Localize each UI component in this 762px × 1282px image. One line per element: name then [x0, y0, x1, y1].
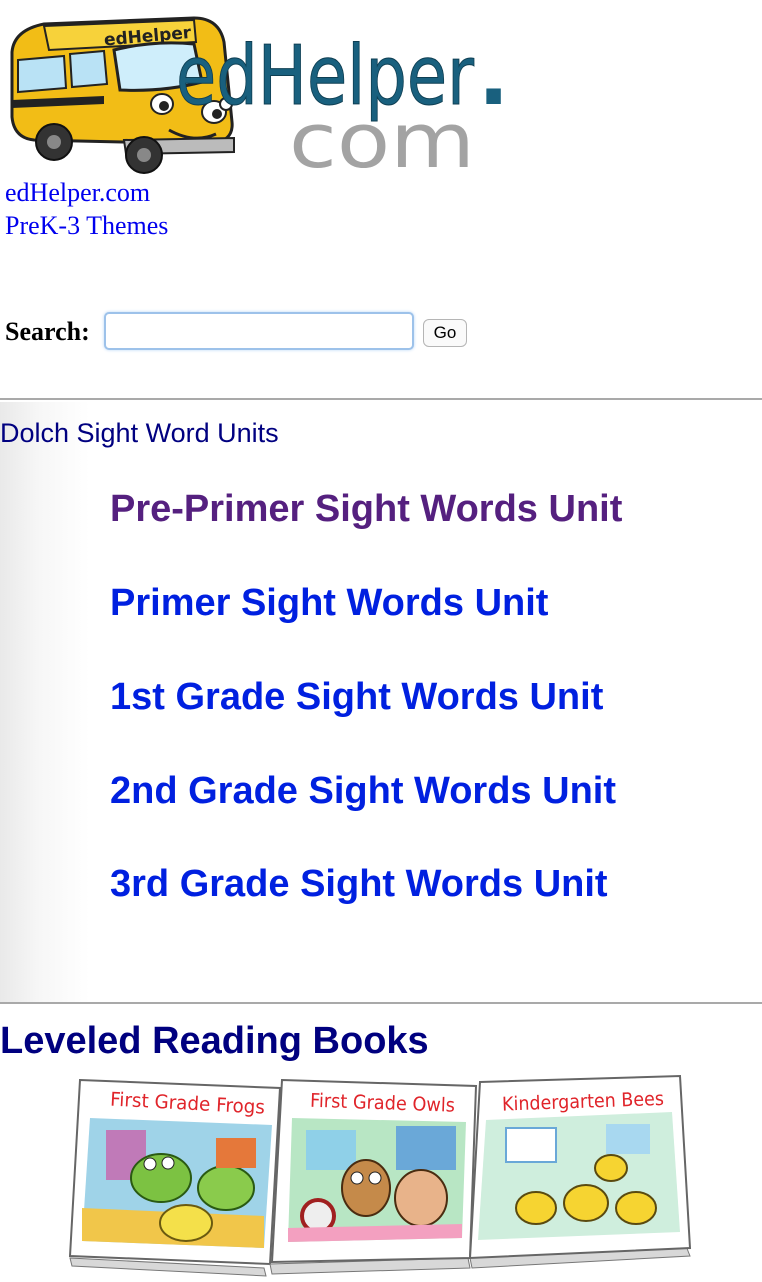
leveled-books-image[interactable]: First Grade Frogs First Grade Owls Kinde…: [66, 1068, 706, 1282]
unit-link-1st-grade[interactable]: 1st Grade Sight Words Unit: [110, 676, 603, 719]
unit-link-primer[interactable]: Primer Sight Words Unit: [110, 582, 548, 625]
dolch-section-title: Dolch Sight Word Units: [0, 418, 279, 448]
divider: [0, 398, 762, 400]
edhelper-logo[interactable]: edHelper edHelper . com: [4, 12, 504, 177]
divider: [0, 1002, 762, 1004]
unit-link-pre-primer[interactable]: Pre-Primer Sight Words Unit: [110, 488, 622, 531]
prek3-themes-link[interactable]: PreK-3 Themes: [5, 213, 168, 239]
unit-link-2nd-grade[interactable]: 2nd Grade Sight Words Unit: [110, 770, 616, 813]
edhelper-home-link[interactable]: edHelper.com: [5, 180, 150, 206]
book-cover-frogs[interactable]: First Grade Frogs: [68, 1078, 282, 1277]
search-input[interactable]: [104, 312, 414, 350]
go-button[interactable]: Go: [423, 319, 467, 347]
book-cover-bees[interactable]: Kindergarten Bees: [468, 1074, 692, 1269]
logo-com: com: [289, 96, 475, 177]
unit-link-3rd-grade[interactable]: 3rd Grade Sight Words Unit: [110, 863, 608, 906]
search-form: Search: Go: [5, 312, 505, 356]
search-label: Search:: [5, 317, 90, 346]
leveled-reading-title: Leveled Reading Books: [0, 1020, 429, 1062]
book-cover-owls[interactable]: First Grade Owls: [269, 1078, 478, 1275]
logo-dot: .: [478, 29, 504, 124]
